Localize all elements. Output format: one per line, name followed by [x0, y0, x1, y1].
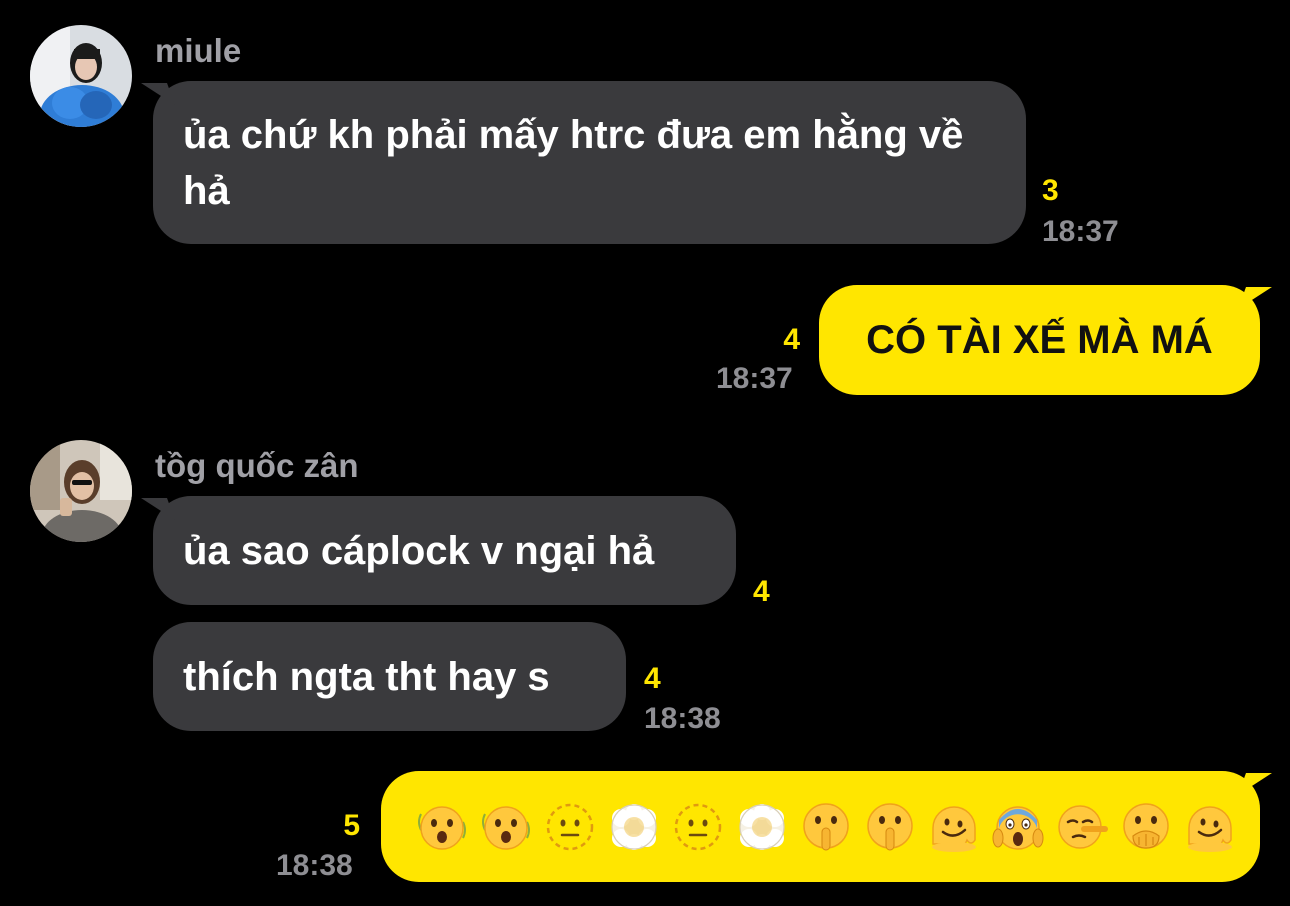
unread-count: 4 — [753, 575, 770, 608]
unread-count: 4 — [783, 323, 800, 356]
melting-face-emoji — [1188, 805, 1232, 852]
shushing-face-emoji — [867, 802, 913, 850]
message-text: thích ngta tht hay s — [183, 654, 550, 699]
outgoing-message-bubble[interactable]: CÓ TÀI XẾ MÀ MÁ — [819, 285, 1260, 395]
message-text: CÓ TÀI XẾ MÀ MÁ — [866, 317, 1213, 362]
incoming-message-bubble[interactable]: ủa chứ kh phải mấy htrc đưa em hằng về h… — [153, 81, 1026, 244]
incoming-message-bubble[interactable]: ủa sao cáplock v ngại hả — [153, 496, 736, 605]
avatar-photo-icon — [30, 25, 132, 127]
incoming-message-bubble[interactable]: thích ngta tht hay s — [153, 622, 626, 731]
unread-count: 5 — [343, 809, 360, 842]
face-with-open-mouth-shaking-emoji — [418, 805, 466, 850]
sender-name: miule — [155, 32, 242, 69]
shushing-face-emoji — [803, 802, 849, 850]
melting-face-emoji — [932, 805, 976, 852]
message-timestamp: 18:37 — [1042, 215, 1119, 248]
message-text: ủa sao cáplock v ngại hả — [183, 528, 655, 573]
message-timestamp: 18:37 — [716, 362, 793, 395]
avatar-tog-quoc-zan[interactable] — [30, 440, 132, 542]
avatar-miule[interactable] — [30, 25, 132, 127]
message-timestamp: 18:38 — [276, 849, 353, 882]
emoji-row — [415, 800, 1237, 854]
avatar-photo-icon — [30, 440, 132, 542]
lying-face-emoji — [1058, 804, 1108, 849]
message-text: ủa chứ kh phải mấy htrc đưa em hằng về h… — [183, 112, 964, 213]
face-screaming-in-fear-emoji — [992, 805, 1044, 850]
sender-name: tồg quốc zân — [155, 447, 359, 484]
outgoing-emoji-message-bubble[interactable] — [381, 771, 1260, 882]
face-with-open-mouth-shaking-emoji — [482, 805, 530, 850]
face-with-hand-over-mouth-emoji — [1123, 802, 1169, 849]
unread-count: 4 — [644, 662, 661, 695]
message-timestamp: 18:38 — [644, 702, 721, 735]
dotted-line-face-emoji — [546, 803, 594, 850]
face-in-clouds-emoji — [611, 803, 657, 850]
face-in-clouds-emoji — [739, 803, 785, 850]
dotted-line-face-emoji — [674, 803, 722, 850]
unread-count: 3 — [1042, 174, 1059, 207]
